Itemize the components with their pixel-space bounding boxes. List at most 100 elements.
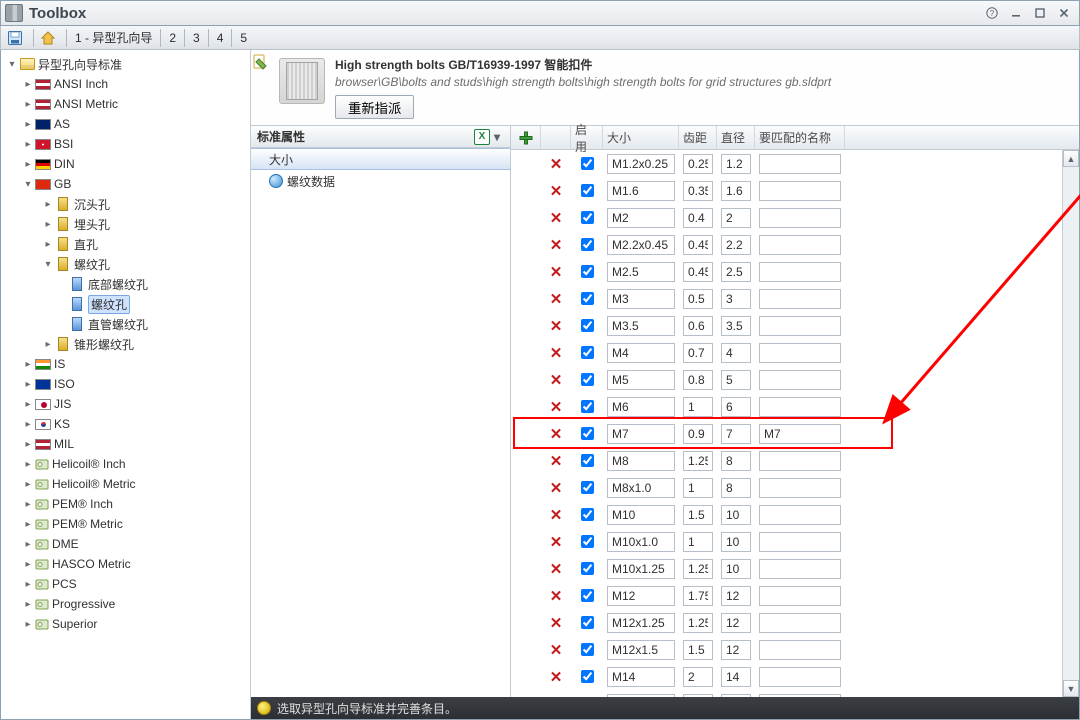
tree-item[interactable]: ▸IS	[1, 354, 250, 374]
size-input[interactable]	[607, 181, 675, 201]
collapse-icon[interactable]: ▾	[5, 57, 19, 71]
size-input[interactable]	[607, 586, 675, 606]
enable-checkbox[interactable]	[581, 616, 594, 629]
size-input[interactable]	[607, 262, 675, 282]
delete-row-button[interactable]: ✕	[541, 209, 571, 227]
expand-icon[interactable]: ▸	[21, 397, 35, 411]
enable-cell[interactable]	[571, 397, 603, 416]
match-name-input[interactable]	[759, 316, 841, 336]
help-icon[interactable]: ?	[981, 4, 1003, 22]
match-name-input[interactable]	[759, 262, 841, 282]
breadcrumb-step-2[interactable]: 2	[165, 31, 180, 45]
property-list[interactable]: 大小 螺纹数据	[251, 148, 510, 697]
pitch-input[interactable]	[683, 505, 713, 525]
pitch-input[interactable]	[683, 208, 713, 228]
tree-item[interactable]: ▸ANSI Inch	[1, 74, 250, 94]
expand-icon[interactable]: ▸	[21, 457, 35, 471]
tree-item[interactable]: ▸PCS	[1, 574, 250, 594]
collapse-icon[interactable]: ▾	[21, 177, 35, 191]
delete-row-button[interactable]: ✕	[541, 479, 571, 497]
tree-item[interactable]: ▸Helicoil® Inch	[1, 454, 250, 474]
expand-icon[interactable]: ▸	[21, 497, 35, 511]
delete-row-button[interactable]: ✕	[541, 182, 571, 200]
match-name-input[interactable]	[759, 370, 841, 390]
expand-icon[interactable]: ▸	[21, 437, 35, 451]
table-body[interactable]: ✕✕✕✕✕✕✕✕✕✕✕✕✕✕✕✕✕✕✕✕✕	[511, 150, 1062, 697]
pitch-input[interactable]	[683, 532, 713, 552]
size-input[interactable]	[607, 559, 675, 579]
enable-cell[interactable]	[571, 640, 603, 659]
size-input[interactable]	[607, 451, 675, 471]
diameter-input[interactable]	[721, 343, 751, 363]
tree-item[interactable]: ▸Progressive	[1, 594, 250, 614]
breadcrumb-step-5[interactable]: 5	[236, 31, 251, 45]
expand-icon[interactable]: ▸	[21, 77, 35, 91]
expand-icon[interactable]: ▾	[41, 257, 55, 271]
home-icon[interactable]	[38, 28, 58, 48]
delete-row-button[interactable]: ✕	[541, 344, 571, 362]
tree-item[interactable]: ▸锥形螺纹孔	[1, 334, 250, 354]
match-name-input[interactable]	[759, 343, 841, 363]
tree-item[interactable]: 直管螺纹孔	[1, 314, 250, 334]
match-name-input[interactable]	[759, 532, 841, 552]
delete-row-button[interactable]: ✕	[541, 317, 571, 335]
match-name-input[interactable]	[759, 424, 841, 444]
expand-icon[interactable]: ▸	[21, 537, 35, 551]
size-input[interactable]	[607, 694, 675, 698]
diameter-input[interactable]	[721, 694, 751, 698]
standards-tree[interactable]: ▾ 异型孔向导标准 ▸ANSI Inch▸ANSI Metric▸AS▸BSI▸…	[1, 50, 251, 719]
size-input[interactable]	[607, 235, 675, 255]
tree-item[interactable]: ▸埋头孔	[1, 214, 250, 234]
match-name-input[interactable]	[759, 586, 841, 606]
enable-cell[interactable]	[571, 262, 603, 281]
delete-row-button[interactable]: ✕	[541, 614, 571, 632]
tree-item[interactable]: ▾螺纹孔	[1, 254, 250, 274]
enable-checkbox[interactable]	[581, 319, 594, 332]
tree-item[interactable]: ▸PEM® Inch	[1, 494, 250, 514]
match-name-input[interactable]	[759, 478, 841, 498]
enable-checkbox[interactable]	[581, 265, 594, 278]
delete-row-button[interactable]: ✕	[541, 506, 571, 524]
diameter-input[interactable]	[721, 667, 751, 687]
breadcrumb-step-4[interactable]: 4	[213, 31, 228, 45]
size-input[interactable]	[607, 370, 675, 390]
expand-icon[interactable]: ▸	[21, 157, 35, 171]
delete-row-button[interactable]: ✕	[541, 695, 571, 698]
enable-cell[interactable]	[571, 154, 603, 173]
dropdown-icon[interactable]: ▾	[490, 130, 504, 144]
size-input[interactable]	[607, 316, 675, 336]
enable-checkbox[interactable]	[581, 508, 594, 521]
pitch-input[interactable]	[683, 694, 713, 698]
pitch-input[interactable]	[683, 262, 713, 282]
enable-checkbox[interactable]	[581, 427, 594, 440]
enable-cell[interactable]	[571, 478, 603, 497]
expand-icon[interactable]: ▸	[21, 97, 35, 111]
enable-cell[interactable]	[571, 316, 603, 335]
save-icon[interactable]	[5, 28, 25, 48]
expand-icon[interactable]: ▸	[21, 117, 35, 131]
delete-row-button[interactable]: ✕	[541, 155, 571, 173]
pitch-input[interactable]	[683, 424, 713, 444]
match-name-input[interactable]	[759, 235, 841, 255]
match-name-input[interactable]	[759, 154, 841, 174]
match-name-input[interactable]	[759, 181, 841, 201]
pitch-input[interactable]	[683, 397, 713, 417]
size-input[interactable]	[607, 154, 675, 174]
enable-checkbox[interactable]	[581, 670, 594, 683]
size-input[interactable]	[607, 667, 675, 687]
edit-header-icon[interactable]	[251, 50, 269, 73]
enable-cell[interactable]	[571, 370, 603, 389]
delete-row-button[interactable]: ✕	[541, 290, 571, 308]
tree-item[interactable]: ▸ISO	[1, 374, 250, 394]
pitch-input[interactable]	[683, 640, 713, 660]
enable-cell[interactable]	[571, 586, 603, 605]
delete-row-button[interactable]: ✕	[541, 587, 571, 605]
size-input[interactable]	[607, 424, 675, 444]
diameter-input[interactable]	[721, 154, 751, 174]
expand-icon[interactable]: ▸	[21, 617, 35, 631]
minimize-icon[interactable]	[1005, 4, 1027, 22]
expand-icon[interactable]: ▸	[21, 577, 35, 591]
pitch-input[interactable]	[683, 451, 713, 471]
enable-checkbox[interactable]	[581, 400, 594, 413]
enable-checkbox[interactable]	[581, 373, 594, 386]
